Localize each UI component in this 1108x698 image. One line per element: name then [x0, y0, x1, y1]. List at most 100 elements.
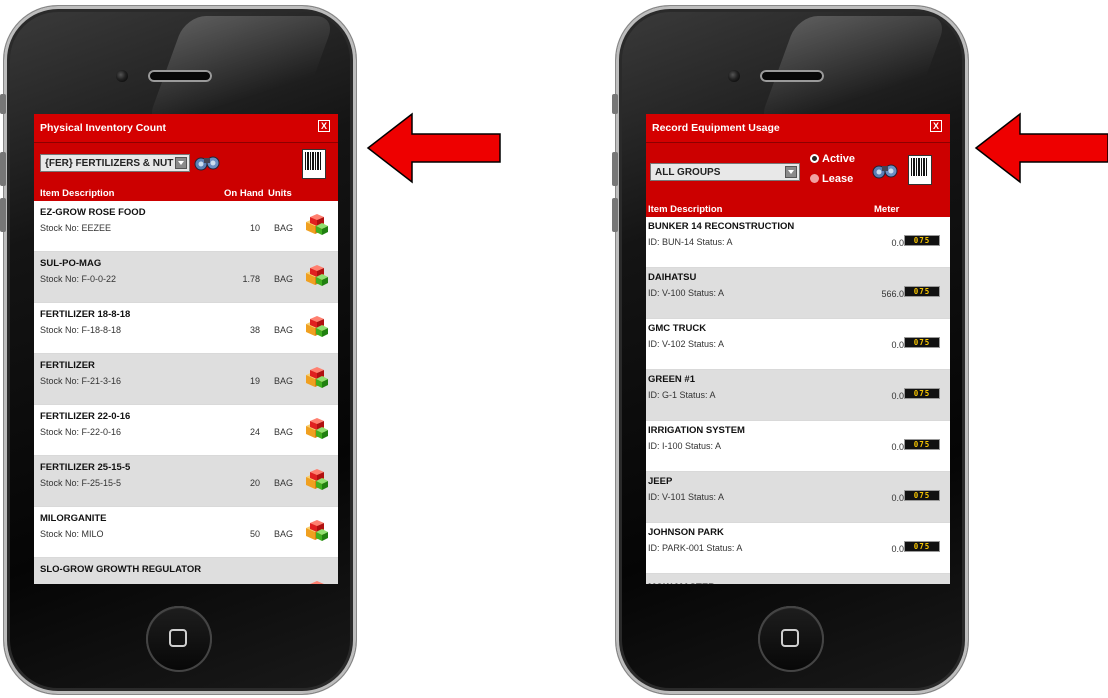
front-camera [728, 70, 740, 82]
inventory-screen: Physical Inventory Count X {FER} FERTILI… [34, 114, 338, 584]
volume-up-button [0, 152, 6, 186]
inventory-boxes-icon[interactable] [304, 264, 328, 286]
odometer-icon[interactable]: 075 [904, 439, 940, 450]
item-on-hand: 10 [249, 223, 260, 233]
earpiece-speaker [148, 70, 212, 82]
group-select-value: ALL GROUPS [655, 167, 721, 178]
radio-lease-label: Lease [822, 173, 854, 185]
list-item[interactable]: BUNKER 14 RECONSTRUCTION ID: BUN-14 Statu… [646, 217, 950, 268]
home-button [758, 606, 824, 672]
meter-reading: 0.0 [891, 340, 904, 350]
earpiece-speaker [760, 70, 824, 82]
close-button[interactable]: X [318, 120, 330, 132]
item-stock-no: Stock No: F-0-0-22 [40, 274, 117, 284]
page-title: Record Equipment Usage [652, 122, 780, 134]
barcode-scan-icon[interactable] [302, 149, 326, 179]
item-stock-no: Stock No: F-21-3-16 [40, 376, 122, 386]
meter-reading: 0.0 [891, 442, 904, 452]
column-header: Item Description On Hand Units [34, 187, 338, 201]
equipment-list: BUNKER 14 RECONSTRUCTION ID: BUN-14 Statu… [646, 217, 950, 584]
inventory-boxes-icon[interactable] [304, 366, 328, 388]
radio-lease[interactable]: Lease [810, 173, 853, 185]
list-item[interactable]: JOHNSON PARK ID: PARK-001 Status: A 0.0 075 [646, 523, 950, 574]
right-arrow-icon [974, 112, 1108, 184]
chevron-down-icon [785, 166, 797, 178]
list-item[interactable]: FERTILIZER 25-15-5 Stock No: F-25-15-5 20 B… [34, 456, 338, 507]
item-name: MILORGANITE [40, 513, 107, 524]
equipment-name: DAIHATSU [648, 272, 697, 283]
close-button[interactable]: X [930, 120, 942, 132]
odometer-icon[interactable]: 075 [904, 541, 940, 552]
inventory-boxes-icon[interactable] [304, 213, 328, 235]
item-stock-no: Stock No: F-18-8-18 [40, 325, 122, 335]
barcode-scan-icon[interactable] [908, 155, 932, 185]
meter-reading: 0.0 [891, 391, 904, 401]
list-item[interactable]: FERTILIZER 22-0-16 Stock No: F-22-0-16 24 B… [34, 405, 338, 456]
inventory-boxes-icon[interactable] [304, 417, 328, 439]
toolbar: {FER} FERTILIZERS & NUT Item Description… [34, 143, 338, 201]
col-item-description: Item Description [648, 204, 723, 215]
list-item[interactable]: MILORGANITE Stock No: MILO 50 BAG [34, 507, 338, 558]
list-item[interactable]: GMC TRUCK ID: V-102 Status: A 0.0 075 [646, 319, 950, 370]
inventory-boxes-icon[interactable] [304, 468, 328, 490]
odometer-icon[interactable]: 075 [904, 286, 940, 297]
list-item[interactable]: GREEN #1 ID: G-1 Status: A 0.0 075 [646, 370, 950, 421]
list-item[interactable]: DAIHATSU ID: V-100 Status: A 566.0 075 [646, 268, 950, 319]
inventory-list: EZ-GROW ROSE FOOD Stock No: EEZEE 10 BAG SUL… [34, 201, 338, 584]
item-name: FERTILIZER [40, 360, 95, 371]
item-name: FERTILIZER 25-15-5 [40, 462, 131, 473]
binoculars-search-icon[interactable] [872, 161, 898, 179]
meter-reading: 0.0 [891, 544, 904, 554]
item-unit: BAG [274, 376, 294, 386]
odometer-icon[interactable]: 075 [904, 490, 940, 501]
list-item[interactable]: SLO-GROW GROWTH REGULATOR [34, 558, 338, 584]
equipment-name: MOW MASTER [648, 582, 715, 584]
list-item[interactable]: MOW MASTER [646, 574, 950, 584]
equipment-id-status: ID: G-1 Status: A [648, 390, 716, 400]
left-arrow-icon [366, 112, 501, 184]
group-select[interactable]: ALL GROUPS [650, 163, 800, 181]
chevron-down-icon [175, 157, 187, 169]
equipment-id-status: ID: V-102 Status: A [648, 339, 725, 349]
category-select-value: {FER} FERTILIZERS & NUT [45, 158, 174, 169]
toolbar: ALL GROUPS Active Lease Item Description… [646, 143, 950, 217]
list-item[interactable]: EZ-GROW ROSE FOOD Stock No: EEZEE 10 BAG [34, 201, 338, 252]
binoculars-search-icon[interactable] [194, 153, 220, 171]
list-item[interactable]: FERTILIZER Stock No: F-21-3-16 19 BAG [34, 354, 338, 405]
list-item[interactable]: IRRIGATION SYSTEM ID: I-100 Status: A 0.0 0… [646, 421, 950, 472]
odometer-icon[interactable]: 075 [904, 235, 940, 246]
item-stock-no: Stock No: F-22-0-16 [40, 427, 122, 437]
category-select[interactable]: {FER} FERTILIZERS & NUT [40, 154, 190, 172]
volume-down-button [0, 198, 6, 232]
list-item[interactable]: FERTILIZER 18-8-18 Stock No: F-18-8-18 38 B… [34, 303, 338, 354]
list-item[interactable]: SUL-PO-MAG Stock No: F-0-0-22 1.78 BAG [34, 252, 338, 303]
equipment-id-status: ID: V-100 Status: A [648, 288, 725, 298]
item-unit: BAG [274, 325, 294, 335]
item-name: FERTILIZER 18-8-18 [40, 309, 131, 320]
mute-switch [612, 94, 618, 114]
title-bar: Record Equipment Usage X [646, 114, 950, 143]
radio-selected-icon [810, 154, 819, 163]
home-square-icon [169, 629, 187, 647]
item-on-hand: 24 [249, 427, 260, 437]
odometer-icon[interactable]: 075 [904, 337, 940, 348]
item-on-hand: 19 [249, 376, 260, 386]
mute-switch [0, 94, 6, 114]
equipment-name: IRRIGATION SYSTEM [648, 425, 745, 436]
inventory-boxes-icon[interactable] [304, 580, 328, 584]
radio-active[interactable]: Active [810, 153, 855, 165]
meter-reading: 0.0 [891, 238, 904, 248]
equipment-name: GMC TRUCK [648, 323, 707, 334]
title-bar: Physical Inventory Count X [34, 114, 338, 143]
item-on-hand: 20 [249, 478, 260, 488]
list-item[interactable]: JEEP ID: V-101 Status: A 0.0 075 [646, 472, 950, 523]
inventory-boxes-icon[interactable] [304, 315, 328, 337]
item-on-hand: 1.78 [242, 274, 260, 284]
item-unit: BAG [274, 274, 294, 284]
odometer-icon[interactable]: 075 [904, 388, 940, 399]
item-stock-no: Stock No: EEZEE [40, 223, 112, 233]
inventory-boxes-icon[interactable] [304, 519, 328, 541]
col-on-hand: On Hand [224, 188, 264, 199]
front-camera [116, 70, 128, 82]
equipment-id-status: ID: PARK-001 Status: A [648, 543, 743, 553]
